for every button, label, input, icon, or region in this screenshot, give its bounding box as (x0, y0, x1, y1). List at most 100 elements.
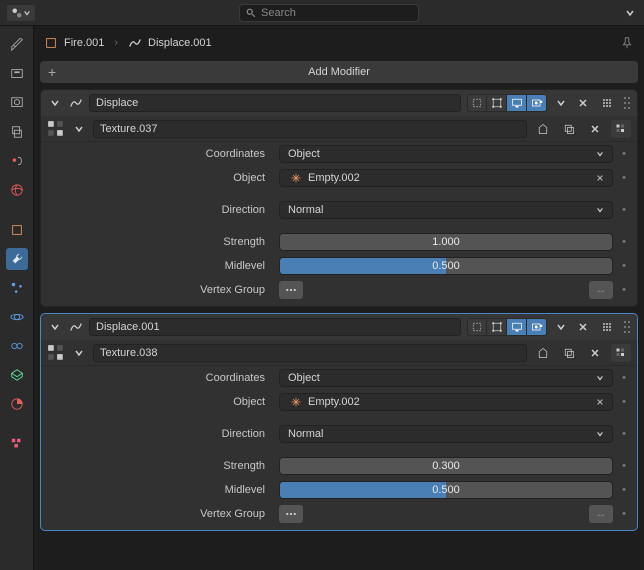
editor-type-dropdown[interactable] (6, 4, 36, 22)
tab-particles[interactable] (6, 277, 28, 299)
tab-world[interactable] (6, 179, 28, 201)
animate-property-button[interactable]: • (617, 236, 631, 248)
modifier-extras-dropdown[interactable] (553, 98, 569, 108)
modifier-apply-dropdown[interactable] (597, 94, 617, 112)
coordinates-dropdown[interactable]: Object (279, 145, 613, 163)
tab-render[interactable] (6, 63, 28, 85)
unlink-texture-button[interactable] (585, 120, 605, 138)
texture-dropdown[interactable] (71, 124, 87, 134)
toggle-realtime[interactable] (507, 318, 527, 336)
fake-user-toggle[interactable] (533, 120, 553, 138)
direction-label: Direction (47, 428, 275, 440)
tab-texture[interactable] (6, 433, 28, 455)
tab-view-layer[interactable] (6, 121, 28, 143)
toggle-edit-mode[interactable] (487, 94, 507, 112)
vertex-group-label: Vertex Group (47, 284, 275, 296)
tab-material[interactable] (6, 393, 28, 415)
toggle-render[interactable] (527, 318, 547, 336)
unlink-texture-button[interactable] (585, 344, 605, 362)
midlevel-slider[interactable]: 0.500 (279, 481, 613, 499)
object-icon (44, 36, 58, 50)
animate-property-button[interactable]: • (617, 260, 631, 272)
pin-button[interactable] (620, 36, 634, 50)
coordinates-label: Coordinates (47, 372, 275, 384)
tab-physics[interactable] (6, 306, 28, 328)
breadcrumb-object-name: Fire.001 (64, 37, 104, 49)
strength-field[interactable]: 1.000 (279, 233, 613, 251)
drag-handle[interactable] (623, 96, 631, 110)
direction-dropdown[interactable]: Normal (279, 201, 613, 219)
breadcrumb-object[interactable]: Fire.001 (44, 36, 104, 50)
show-texture-button[interactable] (611, 120, 631, 138)
search-input[interactable]: Search (239, 4, 419, 22)
invert-vertex-group-button[interactable]: ↔ (589, 281, 613, 299)
midlevel-label: Midlevel (47, 484, 275, 496)
tab-tool[interactable] (6, 34, 28, 56)
toggle-on-cage[interactable] (467, 94, 487, 112)
strength-field[interactable]: 0.300 (279, 457, 613, 475)
object-field[interactable]: Empty.002 (279, 393, 613, 411)
search-placeholder: Search (261, 7, 296, 19)
texture-name-field[interactable]: Texture.037 (93, 120, 527, 138)
animate-property-button[interactable]: • (617, 204, 631, 216)
texture-dropdown[interactable] (71, 348, 87, 358)
invert-vertex-group-button[interactable]: ↔ (589, 505, 613, 523)
toggle-on-cage[interactable] (467, 318, 487, 336)
animate-property-button[interactable]: • (617, 460, 631, 472)
object-field[interactable]: Empty.002 (279, 169, 613, 187)
texture-name-field[interactable]: Texture.038 (93, 344, 527, 362)
vertex-group-field[interactable] (279, 281, 303, 299)
tab-constraints[interactable] (6, 335, 28, 357)
chevron-right-icon: › (114, 37, 118, 49)
strength-label: Strength (47, 460, 275, 472)
midlevel-slider[interactable]: 0.500 (279, 257, 613, 275)
displace-icon (69, 320, 83, 334)
clear-object-button[interactable] (596, 174, 604, 182)
texture-browse-button[interactable] (47, 344, 65, 362)
tab-object[interactable] (6, 219, 28, 241)
toggle-realtime[interactable] (507, 94, 527, 112)
collapse-toggle[interactable] (47, 98, 63, 108)
modifier-extras-dropdown[interactable] (553, 322, 569, 332)
duplicate-texture-button[interactable] (559, 344, 579, 362)
breadcrumb-modifier[interactable]: Displace.001 (128, 36, 212, 50)
fake-user-toggle[interactable] (533, 344, 553, 362)
show-texture-button[interactable] (611, 344, 631, 362)
drag-handle[interactable] (623, 320, 631, 334)
tab-scene[interactable] (6, 150, 28, 172)
clear-object-button[interactable] (596, 398, 604, 406)
coordinates-dropdown[interactable]: Object (279, 369, 613, 387)
delete-modifier-button[interactable] (575, 322, 591, 332)
animate-property-button[interactable]: • (617, 148, 631, 160)
toggle-render[interactable] (527, 94, 547, 112)
vertex-group-field[interactable] (279, 505, 303, 523)
properties-tabs (0, 26, 34, 570)
strength-label: Strength (47, 236, 275, 248)
animate-property-button[interactable]: • (617, 372, 631, 384)
animate-property-button[interactable]: • (617, 172, 631, 184)
toggle-edit-mode[interactable] (487, 318, 507, 336)
tab-modifiers[interactable] (6, 248, 28, 270)
animate-property-button[interactable]: • (617, 508, 631, 520)
animate-property-button[interactable]: • (617, 428, 631, 440)
collapse-toggle[interactable] (47, 322, 63, 332)
animate-property-button[interactable]: • (617, 484, 631, 496)
tab-output[interactable] (6, 92, 28, 114)
modifier-name-field[interactable]: Displace.001 (89, 318, 461, 336)
direction-dropdown[interactable]: Normal (279, 425, 613, 443)
animate-property-button[interactable]: • (617, 284, 631, 296)
texture-browse-button[interactable] (47, 120, 65, 138)
tab-object-data[interactable] (6, 364, 28, 386)
displace-icon (69, 96, 83, 110)
animate-property-button[interactable]: • (617, 396, 631, 408)
modifier-apply-dropdown[interactable] (597, 318, 617, 336)
modifier-header[interactable]: Displace.001 (41, 314, 637, 340)
header-options-dropdown[interactable] (622, 8, 638, 18)
texture-row: Texture.038 (41, 340, 637, 366)
duplicate-texture-button[interactable] (559, 120, 579, 138)
delete-modifier-button[interactable] (575, 98, 591, 108)
modifier-header[interactable]: Displace (41, 90, 637, 116)
modifier-name-field[interactable]: Displace (89, 94, 461, 112)
breadcrumb-modifier-name: Displace.001 (148, 37, 212, 49)
add-modifier-button[interactable]: + Add Modifier (40, 61, 638, 83)
